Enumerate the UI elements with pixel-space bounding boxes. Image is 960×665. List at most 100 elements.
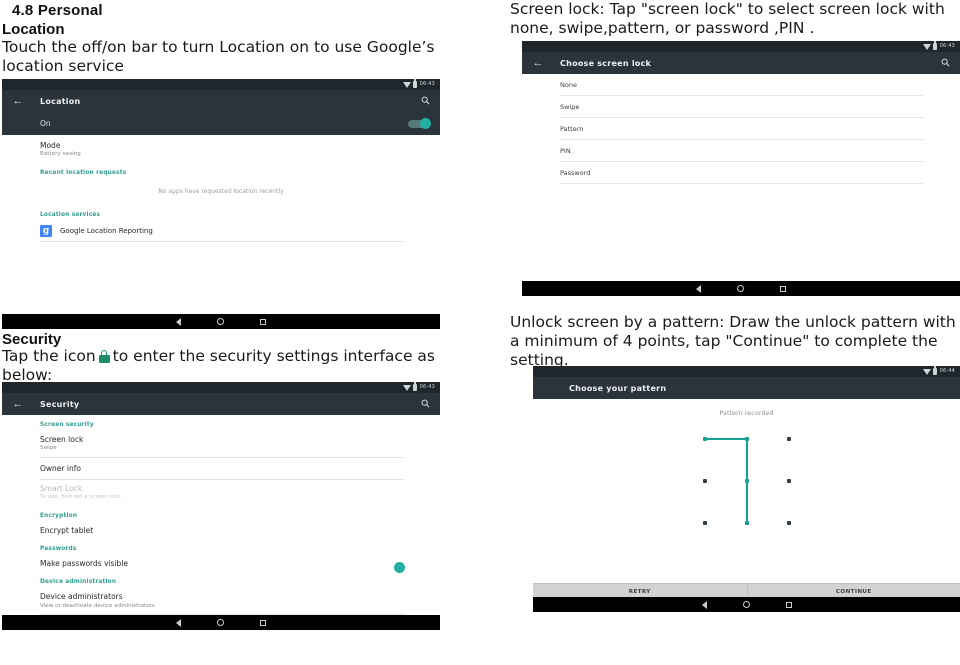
lock-option-pattern[interactable]: Pattern <box>522 118 960 139</box>
nav-home-icon[interactable] <box>217 318 224 325</box>
location-screenshot: 06:43 ← Location On Mode Battery saving <box>2 79 440 329</box>
app-bar: ← Location <box>2 90 440 112</box>
lock-icon <box>98 350 110 363</box>
status-bar: 06:43 <box>522 41 960 52</box>
row-title: Make passwords visible <box>40 559 129 569</box>
search-icon[interactable] <box>938 58 952 69</box>
list-item-encrypt-tablet[interactable]: Encrypt tablet <box>2 522 440 539</box>
nav-back-icon[interactable] <box>701 600 707 609</box>
choose-screen-lock-screenshot: 06:43 ← Choose screen lock None Swipe Pa… <box>522 41 960 296</box>
lock-options-list: None Swipe Pattern PIN Password <box>522 74 960 281</box>
lock-option-pin[interactable]: PIN <box>522 140 960 161</box>
nav-recents-icon[interactable] <box>260 318 266 325</box>
status-icons: 06:43 <box>402 382 435 391</box>
pattern-segment-1 <box>704 438 747 440</box>
clock-text: 06:43 <box>419 384 435 390</box>
pattern-dot-r1c0[interactable] <box>702 479 707 483</box>
list-divider <box>560 183 924 184</box>
pattern-dot-r2c1[interactable] <box>744 521 749 525</box>
location-heading: Location <box>2 21 65 38</box>
row-title: Screen lock <box>40 435 84 444</box>
google-icon: g <box>40 224 52 237</box>
location-toggle-label: On <box>40 119 51 128</box>
nav-back-icon[interactable] <box>696 284 701 293</box>
lock-option-none[interactable]: None <box>522 74 960 95</box>
nav-home-icon[interactable] <box>737 285 744 292</box>
status-icons: 06:44 <box>922 366 955 375</box>
clock-text: 06:43 <box>939 43 955 49</box>
location-master-toggle-row[interactable]: On <box>2 112 440 135</box>
section-number: 4.8 Personal <box>12 2 103 19</box>
pattern-dot-r1c2[interactable] <box>786 479 791 483</box>
nav-home-icon[interactable] <box>217 619 224 626</box>
lock-option-password[interactable]: Password <box>522 162 960 183</box>
list-item-screen-lock[interactable]: Screen lock Swipe <box>2 431 440 457</box>
back-arrow-icon[interactable]: ← <box>10 95 26 107</box>
row-subtitle: View or deactivate device administrators <box>40 602 155 609</box>
nav-recents-icon[interactable] <box>785 601 792 608</box>
system-nav-bar <box>522 281 960 296</box>
row-subtitle: To use, first set a screen lock <box>40 494 122 501</box>
location-services-header: Location services <box>40 211 101 218</box>
pattern-dot-r0c0[interactable] <box>702 437 707 441</box>
recent-requests-empty: No apps have requested location recently <box>158 187 284 195</box>
security-content: Screen security Screen lock Swipe Owner … <box>2 415 440 615</box>
wifi-icon <box>922 43 931 50</box>
nav-recents-icon[interactable] <box>260 619 266 626</box>
search-icon[interactable] <box>418 399 432 410</box>
app-bar: ← Choose screen lock <box>522 52 960 74</box>
security-screenshot: 06:43 ← Security Screen security Screen … <box>2 382 440 630</box>
battery-icon <box>933 366 938 375</box>
app-bar-title: Location <box>40 96 81 106</box>
status-icons: 06:43 <box>402 79 435 88</box>
system-nav-bar <box>533 597 960 612</box>
group-header-device-administration: Device administration <box>40 579 117 586</box>
app-bar-title: Security <box>40 399 80 409</box>
nav-home-icon[interactable] <box>742 601 750 608</box>
wifi-icon <box>402 81 411 88</box>
security-description: Tap the icon to enter the security settin… <box>2 347 460 385</box>
location-content: Mode Battery saving Recent location requ… <box>2 135 440 327</box>
pattern-dot-r1c1[interactable] <box>744 479 749 483</box>
list-item-owner-info[interactable]: Owner info <box>2 458 440 479</box>
manual-page: 4.8 Personal Location Touch the off/on b… <box>0 0 960 665</box>
pattern-dot-r2c0[interactable] <box>702 521 707 525</box>
app-bar-title: Choose screen lock <box>560 58 652 68</box>
lock-option-swipe[interactable]: Swipe <box>522 96 960 117</box>
mode-value: Battery saving <box>40 151 81 158</box>
group-header-passwords: Passwords <box>40 546 77 553</box>
row-title: Owner info <box>40 463 81 473</box>
pattern-content: Pattern recorded <box>533 399 960 583</box>
list-item-smart-lock[interactable]: Smart Lock To use, first set a screen lo… <box>2 480 440 506</box>
back-arrow-icon[interactable]: ← <box>530 57 546 69</box>
status-icons: 06:43 <box>922 41 955 50</box>
battery-icon <box>413 382 418 391</box>
recent-requests-header: Recent location requests <box>40 169 127 176</box>
pattern-dot-r0c2[interactable] <box>786 437 791 441</box>
row-title: Smart Lock <box>40 484 83 494</box>
clock-text: 06:44 <box>939 368 955 374</box>
location-toggle-switch[interactable] <box>408 118 431 129</box>
service-label: Google Location Reporting <box>60 226 153 235</box>
status-bar: 06:43 <box>2 79 440 90</box>
nav-back-icon[interactable] <box>176 317 181 326</box>
pattern-grid[interactable] <box>697 431 797 531</box>
screen-lock-description: Screen lock: Tap "screen lock" to select… <box>510 0 945 37</box>
system-nav-bar <box>2 615 440 630</box>
group-header-encryption: Encryption <box>40 512 78 519</box>
back-arrow-icon[interactable]: ← <box>10 398 26 410</box>
battery-icon <box>933 41 938 50</box>
list-item-google-location-reporting[interactable]: g Google Location Reporting <box>2 221 440 241</box>
app-bar-title: Choose your pattern <box>569 383 667 393</box>
search-icon[interactable] <box>418 96 432 107</box>
pattern-dot-r0c1[interactable] <box>744 437 749 441</box>
location-description: Touch the off/on bar to turn Location on… <box>2 38 435 75</box>
nav-back-icon[interactable] <box>176 618 181 627</box>
pattern-dot-r2c2[interactable] <box>786 521 791 525</box>
row-title: Encrypt tablet <box>40 525 94 535</box>
app-bar: ← Security <box>2 393 440 415</box>
list-item-device-administrators[interactable]: Device administrators View or deactivate… <box>2 588 440 614</box>
nav-recents-icon[interactable] <box>780 285 786 292</box>
list-item-mode[interactable]: Mode Battery saving <box>2 135 440 163</box>
list-item-make-passwords-visible[interactable]: Make passwords visible <box>2 555 440 574</box>
